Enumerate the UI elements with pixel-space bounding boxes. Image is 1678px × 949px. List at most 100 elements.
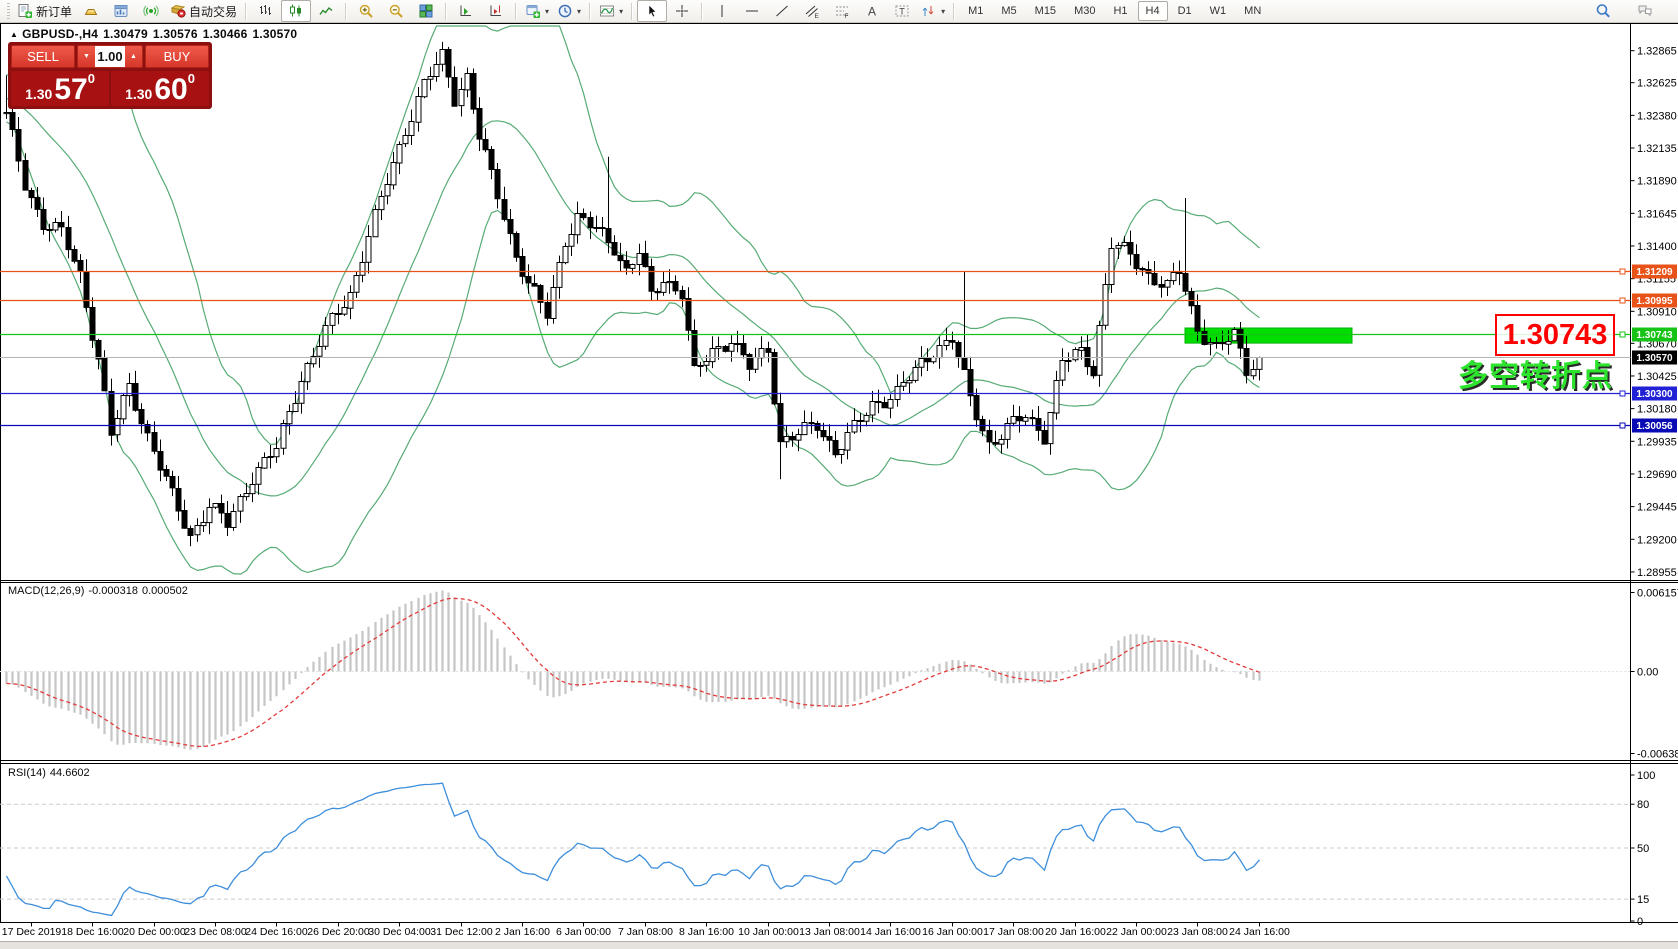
toolbar-new-chart-button[interactable]: ▾ <box>521 0 553 22</box>
chat-icon <box>1637 3 1653 19</box>
toolbar-equidistant-channel-tool-button[interactable]: E <box>797 0 827 22</box>
date-label: 20 Jan 16:00 <box>1045 926 1106 938</box>
macd-signal-value: 0.000502 <box>142 585 188 597</box>
toolbar-autotrading-button[interactable]: 自动交易 <box>166 0 241 22</box>
toolbar-vertical-line-tool-button[interactable] <box>707 0 737 22</box>
macd-main-value: -0.000318 <box>88 585 138 597</box>
hline-handle[interactable] <box>1620 423 1625 428</box>
rsi-value: 44.6602 <box>50 767 90 779</box>
hline-handle[interactable] <box>1620 391 1625 396</box>
price-tag-1.30056[interactable]: 1.30056 <box>1632 419 1677 433</box>
hline-handle[interactable] <box>1620 332 1625 337</box>
timeframe-m15-button[interactable]: M15 <box>1027 1 1064 21</box>
toolbar-chat-button[interactable] <box>1630 0 1660 22</box>
collapse-panel-icon[interactable]: ▲ <box>10 30 18 39</box>
toolbar-text-label-tool-button[interactable]: T <box>887 0 917 22</box>
toolbar-bar-chart-mode-button[interactable] <box>251 0 281 22</box>
toolbar-separator <box>515 3 517 20</box>
buy-price-display[interactable]: 1.30600 <box>111 71 209 106</box>
hline-handle[interactable] <box>1620 298 1625 303</box>
dropdown-caret-icon[interactable]: ▾ <box>545 7 549 16</box>
price-tag-1.31209[interactable]: 1.31209 <box>1632 265 1677 279</box>
new-chart-icon <box>525 3 541 19</box>
toolbar-tile-windows-button[interactable] <box>411 0 441 22</box>
chart-ohlc-line: ▲GBPUSD-,H41.304791.305761.304661.30570 <box>10 27 302 41</box>
toolbar-search-button[interactable] <box>1588 0 1618 22</box>
toolbar-indicators-list-button[interactable]: ▾ <box>595 0 627 22</box>
price-tick-label: 1.32135 <box>1637 143 1677 155</box>
toolbar-text-tool-button[interactable]: A <box>857 0 887 22</box>
toolbar-cursor-tool-button[interactable] <box>637 0 667 22</box>
sell-button[interactable]: SELL <box>11 45 75 68</box>
symbol-period: GBPUSD-,H4 <box>22 27 98 41</box>
turning-point-annotation[interactable]: 多空转折点 <box>1458 351 1613 395</box>
toolbar-charts-window-button[interactable] <box>106 0 136 22</box>
candlestick-layer <box>4 42 1262 546</box>
dropdown-caret-icon[interactable]: ▾ <box>941 7 945 16</box>
timeframe-mn-button[interactable]: MN <box>1236 1 1269 21</box>
volume-input[interactable]: 1.00 <box>95 46 125 67</box>
price-tick-label: 1.30180 <box>1637 404 1677 416</box>
toolbar-new-order-button[interactable]: 新订单 <box>13 0 76 22</box>
toolbar-signals-button[interactable] <box>136 0 166 22</box>
horizontal-scrollbar[interactable] <box>0 941 1678 949</box>
date-axis[interactable]: 17 Dec 201918 Dec 16:0020 Dec 00:0023 De… <box>0 923 1678 941</box>
dropdown-caret-icon[interactable]: ▾ <box>577 7 581 16</box>
svg-text:1.30995: 1.30995 <box>1636 296 1673 307</box>
ohlc-high: 1.30576 <box>153 27 198 41</box>
toolbar-zoom-out-button[interactable] <box>381 0 411 22</box>
toolbar-button-label: 新订单 <box>36 3 72 20</box>
toolbar-chart-shift-button[interactable] <box>481 0 511 22</box>
date-label: 23 Jan 08:00 <box>1167 926 1228 938</box>
sell-price-display[interactable]: 1.30570 <box>11 71 109 106</box>
timeframe-m5-button[interactable]: M5 <box>993 1 1024 21</box>
date-label: 31 Dec 12:00 <box>430 926 492 938</box>
date-label: 20 Dec 00:00 <box>123 926 185 938</box>
toolbar-arrows-tool-button[interactable]: ▾ <box>917 0 949 22</box>
toolbar-fibonacci-tool-button[interactable]: F <box>827 0 857 22</box>
toolbar-horizontal-line-tool-button[interactable] <box>737 0 767 22</box>
toolbar-market-watch-button[interactable] <box>76 0 106 22</box>
toolbar-period-profiles-button[interactable]: ▾ <box>553 0 585 22</box>
svg-text:1.30570: 1.30570 <box>1636 353 1673 364</box>
timeframe-h1-button[interactable]: H1 <box>1105 1 1135 21</box>
new-order-icon <box>17 3 33 19</box>
price-tag-1.30300[interactable]: 1.30300 <box>1632 387 1677 401</box>
price-tag-1.30570[interactable]: 1.30570 <box>1632 351 1677 365</box>
rsi-line <box>7 783 1260 915</box>
price-annotation-box[interactable]: 1.30743 <box>1495 314 1615 356</box>
timeframe-w1-button[interactable]: W1 <box>1202 1 1235 21</box>
volume-decrease-button[interactable]: ▼ <box>78 46 95 67</box>
toolbar-grip[interactable] <box>7 3 10 19</box>
toolbar-candlestick-mode-button[interactable] <box>281 0 311 22</box>
toolbar-separator <box>953 3 955 20</box>
bars-icon <box>258 3 274 19</box>
price-tag-1.30995[interactable]: 1.30995 <box>1632 294 1677 308</box>
toolbar-line-chart-mode-button[interactable] <box>311 0 341 22</box>
volume-increase-button[interactable]: ▲ <box>125 46 142 67</box>
ohlc-low: 1.30466 <box>203 27 248 41</box>
sell-price-big-figure: 1.30 <box>25 84 52 104</box>
toolbar-zoom-in-button[interactable] <box>351 0 381 22</box>
dropdown-caret-icon[interactable]: ▾ <box>619 7 623 16</box>
signals-icon <box>143 3 159 19</box>
one-click-trading-panel: SELL ▼ 1.00 ▲ BUY 1.30570 1.30600 <box>8 42 212 109</box>
toolbar-trendline-tool-button[interactable] <box>767 0 797 22</box>
svg-text:F: F <box>845 13 849 19</box>
tile-windows-icon <box>418 3 434 19</box>
profiles-icon <box>557 3 573 19</box>
hline-handle[interactable] <box>1620 269 1625 274</box>
svg-text:1.30056: 1.30056 <box>1636 421 1673 432</box>
search-icon <box>1595 3 1611 19</box>
macd-axis-label: -0.00638 <box>1637 749 1678 761</box>
text-label-icon: T <box>894 3 910 19</box>
timeframe-d1-button[interactable]: D1 <box>1170 1 1200 21</box>
timeframe-m1-button[interactable]: M1 <box>960 1 991 21</box>
buy-button[interactable]: BUY <box>145 45 209 68</box>
timeframe-h4-button[interactable]: H4 <box>1138 1 1168 21</box>
price-tag-1.30743[interactable]: 1.30743 <box>1632 328 1677 342</box>
toolbar-auto-scroll-button[interactable] <box>451 0 481 22</box>
toolbar-crosshair-tool-button[interactable] <box>667 0 697 22</box>
rsi-name: RSI(14) <box>8 767 46 779</box>
timeframe-m30-button[interactable]: M30 <box>1066 1 1103 21</box>
